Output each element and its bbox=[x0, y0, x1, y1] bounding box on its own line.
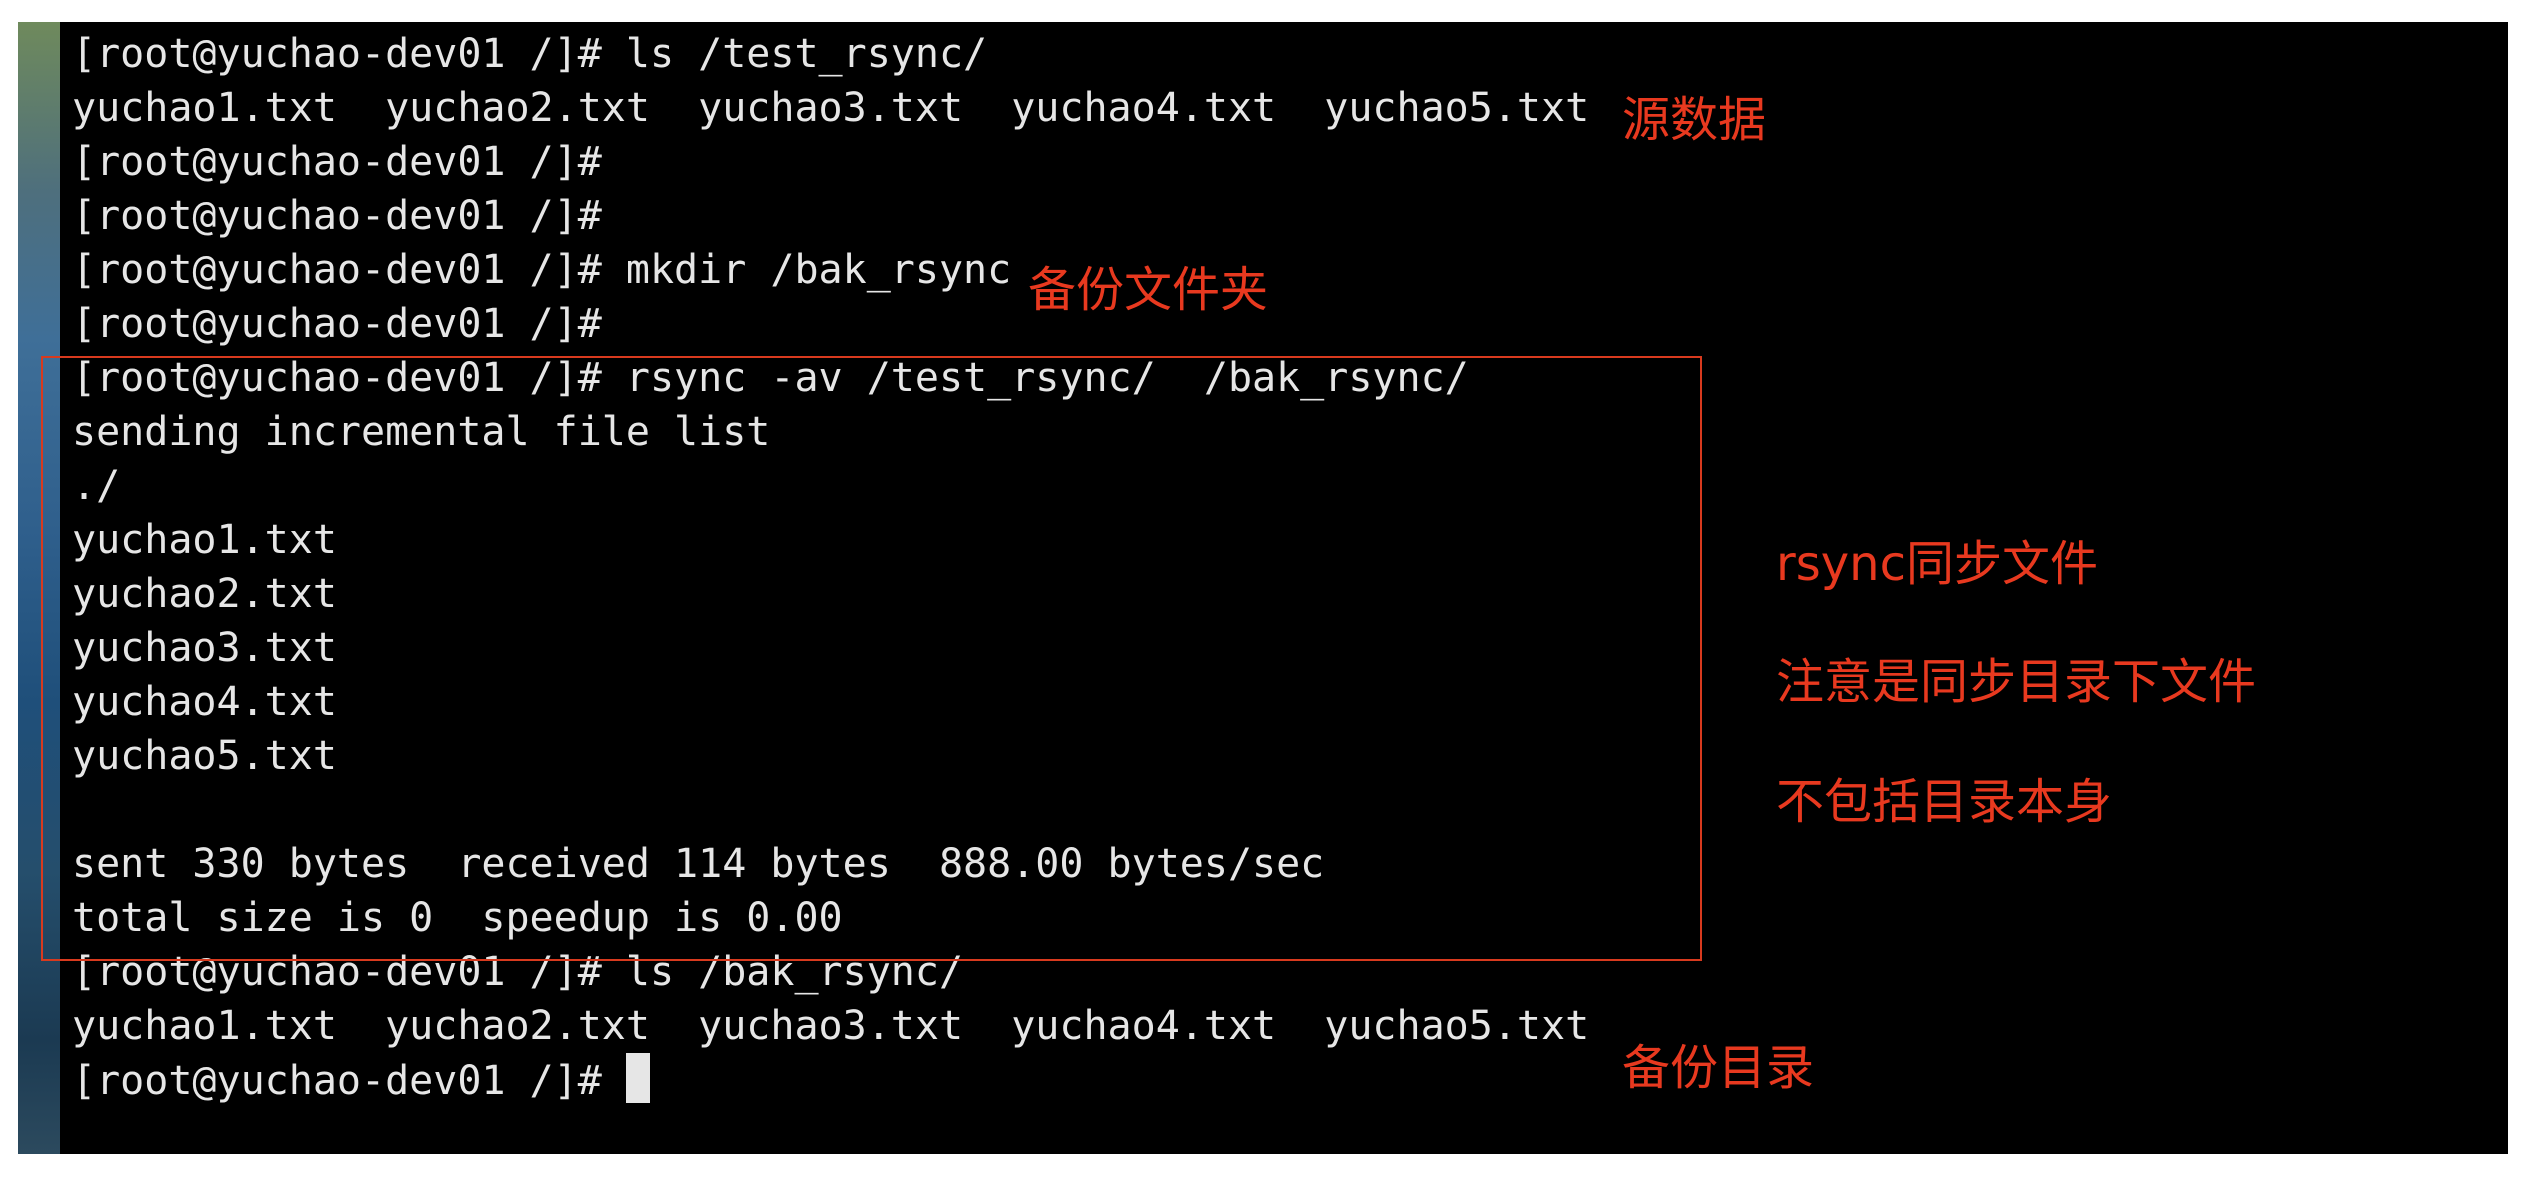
terminal-line: [root@yuchao-dev01 /]# bbox=[72, 139, 602, 185]
terminal-line: yuchao1.txt yuchao2.txt yuchao3.txt yuch… bbox=[72, 85, 1590, 131]
annotation-rsync-sync-files: rsync同步文件 bbox=[1776, 536, 2098, 592]
annotation-source-data: 源数据 bbox=[1622, 92, 1767, 148]
screenshot-page: [root@yuchao-dev01 /]# ls /test_rsync/ y… bbox=[0, 0, 2528, 1192]
annotation-backup-dir: 备份目录 bbox=[1622, 1040, 1815, 1096]
rsync-highlight-box bbox=[41, 356, 1702, 961]
annotation-backup-folder: 备份文件夹 bbox=[1028, 262, 1269, 318]
terminal-line: [root@yuchao-dev01 /]# ls /test_rsync/ bbox=[72, 31, 988, 77]
terminal-line: [root@yuchao-dev01 /]# bbox=[72, 301, 602, 347]
terminal-prompt-line[interactable]: [root@yuchao-dev01 /]# bbox=[72, 1053, 650, 1107]
terminal-line: [root@yuchao-dev01 /]# mkdir /bak_rsync bbox=[72, 247, 1012, 293]
annotation-sync-contents: 注意是同步目录下文件 bbox=[1776, 654, 2257, 710]
terminal-prompt: [root@yuchao-dev01 /]# bbox=[72, 1058, 626, 1104]
annotation-excludes-dir: 不包括目录本身 bbox=[1776, 774, 2113, 830]
terminal-line: yuchao1.txt yuchao2.txt yuchao3.txt yuch… bbox=[72, 1003, 1590, 1049]
terminal-line: [root@yuchao-dev01 /]# bbox=[72, 193, 602, 239]
text-cursor bbox=[625, 1053, 650, 1103]
